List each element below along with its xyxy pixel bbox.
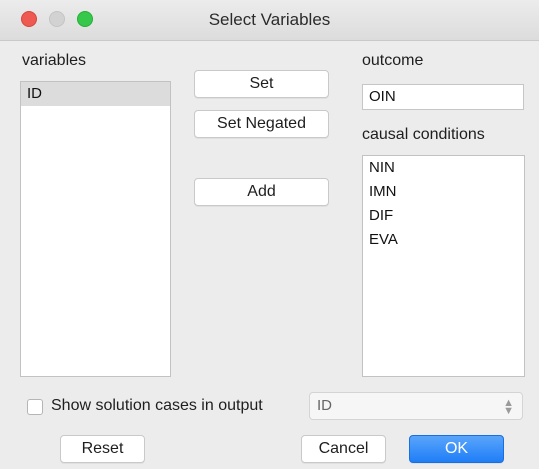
set-button[interactable]: Set [194, 70, 329, 98]
window-title: Select Variables [208, 10, 331, 29]
select-variables-dialog: Select Variables variables ID Set Set Ne… [0, 0, 539, 469]
cancel-button[interactable]: Cancel [301, 435, 386, 463]
causal-conditions-label: causal conditions [362, 126, 485, 143]
show-solution-cases-checkbox[interactable] [27, 399, 43, 415]
ok-button[interactable]: OK [409, 435, 504, 463]
variables-label: variables [22, 52, 87, 69]
causal-condition-item[interactable]: EVA [363, 228, 524, 252]
show-solution-cases-label: Show solution cases in output [51, 397, 263, 414]
outcome-label: outcome [362, 52, 424, 69]
causal-condition-item[interactable]: IMN [363, 180, 524, 204]
causal-conditions-list[interactable]: NIN IMN DIF EVA [362, 155, 525, 377]
causal-condition-item[interactable]: DIF [363, 204, 524, 228]
case-id-select-value: ID [317, 397, 332, 414]
outcome-field[interactable]: OIN [362, 84, 524, 110]
variables-list[interactable]: ID [20, 81, 171, 377]
add-button[interactable]: Add [194, 178, 329, 206]
case-id-select[interactable]: ID ▲ ▼ [309, 392, 523, 420]
causal-condition-item[interactable]: NIN [363, 156, 524, 180]
up-down-chevron-icon: ▲ ▼ [503, 397, 514, 417]
set-negated-button[interactable]: Set Negated [194, 110, 329, 138]
variables-list-item-id[interactable]: ID [21, 82, 170, 106]
title-bar: Select Variables [0, 0, 539, 41]
reset-button[interactable]: Reset [60, 435, 145, 463]
